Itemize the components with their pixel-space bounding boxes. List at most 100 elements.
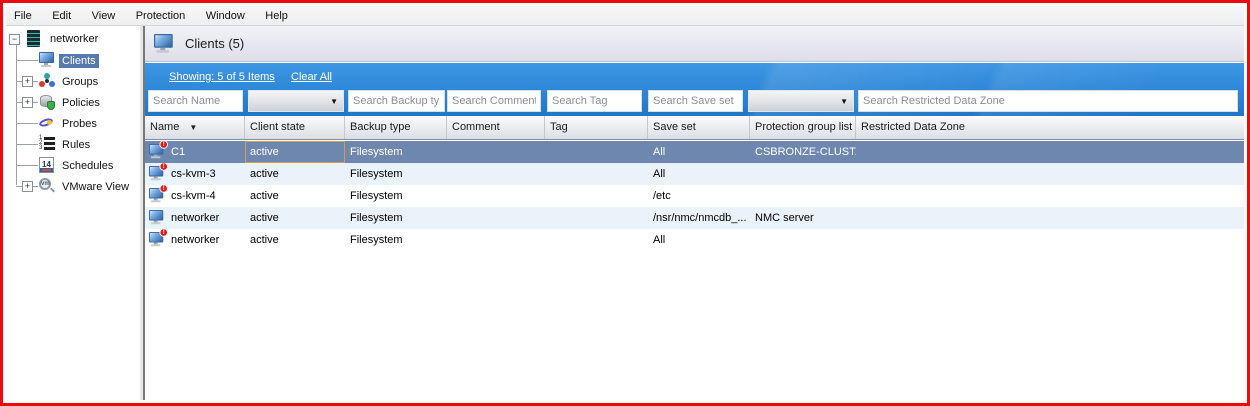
restricted-data-zone-cell[interactable] xyxy=(856,163,1244,185)
sidebar-item-label: Clients xyxy=(59,54,99,68)
menu-protection[interactable]: Protection xyxy=(128,7,194,27)
app-window: File Edit View Protection Window Help − … xyxy=(0,0,1250,406)
restricted-data-zone-cell[interactable] xyxy=(856,207,1244,229)
comment-cell[interactable] xyxy=(447,163,545,185)
client-icon: ! xyxy=(149,188,164,202)
tag-cell[interactable] xyxy=(545,163,648,185)
backup-type-cell[interactable]: Filesystem xyxy=(345,163,447,185)
protection-group-cell[interactable]: NMC server xyxy=(750,207,856,229)
table-row[interactable]: ! networker active Filesystem All xyxy=(145,229,1244,251)
chevron-down-icon: ▼ xyxy=(330,98,338,106)
protection-group-cell[interactable] xyxy=(750,163,856,185)
column-header-save-set[interactable]: Save set xyxy=(648,116,750,139)
client-state-cell[interactable]: active xyxy=(245,185,345,207)
sidebar-item-policies[interactable]: + Policies xyxy=(6,92,140,113)
comment-cell[interactable] xyxy=(447,141,545,163)
client-state-cell[interactable]: active xyxy=(245,229,345,251)
search-tag-input[interactable] xyxy=(547,90,642,112)
save-set-cell[interactable]: /etc xyxy=(648,185,750,207)
probes-icon xyxy=(39,115,56,132)
column-header-comment[interactable]: Comment xyxy=(447,116,545,139)
backup-type-cell[interactable]: Filesystem xyxy=(345,229,447,251)
expand-toggle-icon[interactable]: + xyxy=(22,76,33,87)
column-header-backup-type[interactable]: Backup type xyxy=(345,116,447,139)
search-name-input[interactable] xyxy=(148,90,243,112)
comment-cell[interactable] xyxy=(447,229,545,251)
menu-edit[interactable]: Edit xyxy=(44,7,79,27)
table-row[interactable]: ! cs-kvm-3 active Filesystem All xyxy=(145,163,1244,185)
alert-icon: ! xyxy=(159,141,168,149)
table-row[interactable]: ! cs-kvm-4 active Filesystem /etc xyxy=(145,185,1244,207)
client-state-cell[interactable]: active xyxy=(245,207,345,229)
client-name-cell[interactable]: ! networker xyxy=(145,207,245,229)
client-name-cell[interactable]: ! cs-kvm-3 xyxy=(145,163,245,185)
tag-cell[interactable] xyxy=(545,141,648,163)
menu-window[interactable]: Window xyxy=(198,7,253,27)
chevron-down-icon: ▼ xyxy=(840,98,848,106)
sidebar-item-vmware-view[interactable]: + vm VMware View xyxy=(6,176,140,197)
protection-group-cell[interactable]: CSBRONZE-CLUST... xyxy=(750,141,856,163)
menu-view[interactable]: View xyxy=(84,7,124,27)
schedules-icon: 14 xyxy=(39,157,56,174)
clients-panel: Clients (5) Showing: 5 of 5 Items Clear … xyxy=(145,26,1244,400)
client-name-cell[interactable]: ! C1 xyxy=(145,141,245,163)
comment-cell[interactable] xyxy=(447,207,545,229)
column-header-client-state[interactable]: Client state xyxy=(245,116,345,139)
table-row[interactable]: ! C1 active Filesystem All CSBRONZE-CLUS… xyxy=(145,141,1244,163)
expand-toggle-icon[interactable]: + xyxy=(22,181,33,192)
sidebar-item-label: VMware View xyxy=(59,180,132,194)
sidebar-item-rules[interactable]: 1 2 3 Rules xyxy=(6,134,140,155)
backup-type-cell[interactable]: Filesystem xyxy=(345,207,447,229)
backup-type-cell[interactable]: Filesystem xyxy=(345,185,447,207)
collapse-toggle-icon[interactable]: − xyxy=(9,34,20,45)
expand-toggle-icon[interactable]: + xyxy=(22,97,33,108)
client-state-filter-dropdown[interactable]: ▼ xyxy=(248,90,344,112)
client-name-cell[interactable]: ! networker xyxy=(145,229,245,251)
sort-desc-icon: ▼ xyxy=(189,123,197,132)
alert-icon: ! xyxy=(159,185,168,193)
client-state-cell[interactable]: active xyxy=(245,141,345,163)
sidebar-item-probes[interactable]: Probes xyxy=(6,113,140,134)
protection-group-filter-dropdown[interactable]: ▼ xyxy=(748,90,854,112)
save-set-cell[interactable]: All xyxy=(648,141,750,163)
protection-group-cell[interactable] xyxy=(750,229,856,251)
save-set-cell[interactable]: All xyxy=(648,163,750,185)
clear-all-link[interactable]: Clear All xyxy=(291,71,332,83)
save-set-cell[interactable]: All xyxy=(648,229,750,251)
server-icon xyxy=(27,30,44,47)
client-state-cell[interactable]: active xyxy=(245,163,345,185)
search-restricted-data-zone-input[interactable] xyxy=(858,90,1238,112)
restricted-data-zone-cell[interactable] xyxy=(856,185,1244,207)
clients-monitor-icon xyxy=(154,34,174,53)
save-set-cell[interactable]: /nsr/nmc/nmcdb_... xyxy=(648,207,750,229)
column-header-protection-group-list[interactable]: Protection group list xyxy=(750,116,856,139)
sidebar-item-schedules[interactable]: 14 Schedules xyxy=(6,155,140,176)
menu-help[interactable]: Help xyxy=(257,7,296,27)
column-header-restricted-data-zone[interactable]: Restricted Data Zone xyxy=(856,116,1244,139)
column-header-name[interactable]: Name▼ xyxy=(145,116,245,139)
table-row[interactable]: ! networker active Filesystem /nsr/nmc/n… xyxy=(145,207,1244,229)
restricted-data-zone-cell[interactable] xyxy=(856,229,1244,251)
restricted-data-zone-cell[interactable] xyxy=(856,141,1244,163)
comment-cell[interactable] xyxy=(447,185,545,207)
tag-cell[interactable] xyxy=(545,229,648,251)
menu-file[interactable]: File xyxy=(6,7,40,27)
sidebar-item-label: Probes xyxy=(59,117,100,131)
groups-icon xyxy=(39,73,56,90)
policies-icon xyxy=(39,94,56,111)
sidebar-item-clients[interactable]: Clients xyxy=(6,50,140,71)
tag-cell[interactable] xyxy=(545,207,648,229)
vmware-view-icon: vm xyxy=(39,178,56,195)
search-save-set-input[interactable] xyxy=(648,90,743,112)
sidebar-item-label: Rules xyxy=(59,138,93,152)
column-header-tag[interactable]: Tag xyxy=(545,116,648,139)
showing-items-link[interactable]: Showing: 5 of 5 Items xyxy=(169,71,275,83)
tree-root-networker[interactable]: − networker xyxy=(6,29,140,49)
protection-group-cell[interactable] xyxy=(750,185,856,207)
backup-type-cell[interactable]: Filesystem xyxy=(345,141,447,163)
sidebar-item-groups[interactable]: + Groups xyxy=(6,71,140,92)
tag-cell[interactable] xyxy=(545,185,648,207)
client-name-cell[interactable]: ! cs-kvm-4 xyxy=(145,185,245,207)
search-backup-type-input[interactable] xyxy=(348,90,445,112)
search-comment-input[interactable] xyxy=(447,90,541,112)
